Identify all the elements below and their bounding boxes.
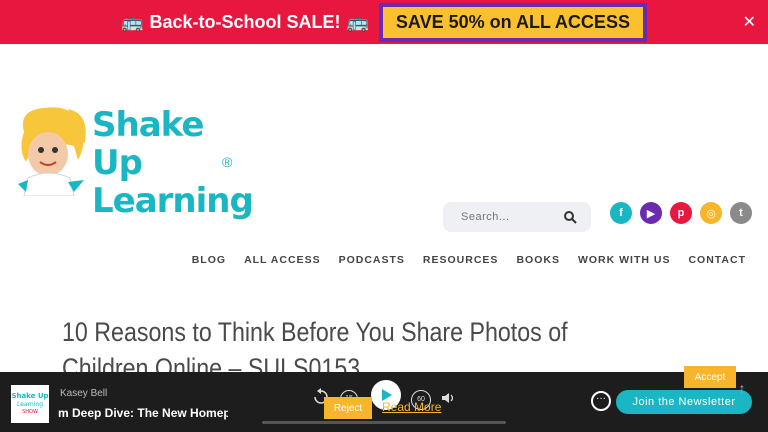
podcast-episode-title: m Deep Dive: The New Homepag bbox=[58, 406, 228, 420]
search-box bbox=[443, 202, 591, 232]
registered-mark: ® bbox=[222, 154, 233, 170]
promo-cta-button[interactable]: SAVE 50% on ALL ACCESS bbox=[378, 2, 647, 42]
bus-icon: 🚌 bbox=[346, 11, 369, 32]
promo-message: 🚌 Back-to-School SALE! 🚌 bbox=[121, 12, 369, 33]
accept-button[interactable]: Accept bbox=[684, 366, 736, 388]
progress-bar[interactable] bbox=[262, 421, 506, 424]
logo-mascot bbox=[18, 107, 86, 196]
reject-button[interactable]: Reject bbox=[324, 397, 372, 419]
nav-podcasts[interactable]: PODCASTS bbox=[339, 254, 405, 266]
facebook-icon[interactable]: f bbox=[610, 202, 632, 224]
promo-banner: 🚌 Back-to-School SALE! 🚌 SAVE 50% on ALL… bbox=[0, 0, 768, 44]
svg-text:SHOW: SHOW bbox=[22, 409, 38, 415]
search-input[interactable] bbox=[443, 210, 563, 224]
volume-icon[interactable] bbox=[441, 391, 455, 405]
read-more-link[interactable]: Read More bbox=[382, 400, 441, 414]
nav-all-access[interactable]: ALL ACCESS bbox=[244, 254, 321, 266]
logo-line2: Learning bbox=[92, 181, 254, 221]
podcast-cover-art: Shake Up Learning SHOW bbox=[11, 385, 49, 423]
article-title-line1: 10 Reasons to Think Before You Share Pho… bbox=[62, 317, 568, 347]
youtube-icon[interactable]: ▶ bbox=[640, 202, 662, 224]
nav-resources[interactable]: RESOURCES bbox=[423, 254, 499, 266]
nav-books[interactable]: BOOKS bbox=[516, 254, 560, 266]
svg-text:Shake Up: Shake Up bbox=[11, 392, 48, 400]
twitter-icon[interactable]: t bbox=[730, 202, 752, 224]
bus-icon: 🚌 bbox=[121, 11, 144, 32]
logo-line1: Shake Up bbox=[92, 105, 204, 183]
scroll-to-top-icon[interactable]: ↑ bbox=[732, 380, 752, 400]
nav-contact[interactable]: CONTACT bbox=[688, 254, 746, 266]
nav-work-with-us[interactable]: WORK WITH US bbox=[578, 254, 671, 266]
main-nav: BLOG ALL ACCESS PODCASTS RESOURCES BOOKS… bbox=[192, 254, 746, 266]
nav-blog[interactable]: BLOG bbox=[192, 254, 226, 266]
site-logo[interactable]: Shake Up Learning ® bbox=[14, 102, 254, 220]
search-icon[interactable] bbox=[563, 210, 577, 224]
podcast-host: Kasey Bell bbox=[60, 388, 108, 399]
instagram-icon[interactable]: ◎ bbox=[700, 202, 722, 224]
svg-text:Learning: Learning bbox=[17, 401, 43, 408]
podcast-cover[interactable]: Shake Up Learning SHOW bbox=[11, 385, 49, 423]
promo-text: Back-to-School SALE! bbox=[149, 11, 341, 32]
pinterest-icon[interactable]: p bbox=[670, 202, 692, 224]
close-icon[interactable]: ✕ bbox=[743, 12, 756, 32]
more-options-icon[interactable]: ··· bbox=[591, 391, 611, 411]
